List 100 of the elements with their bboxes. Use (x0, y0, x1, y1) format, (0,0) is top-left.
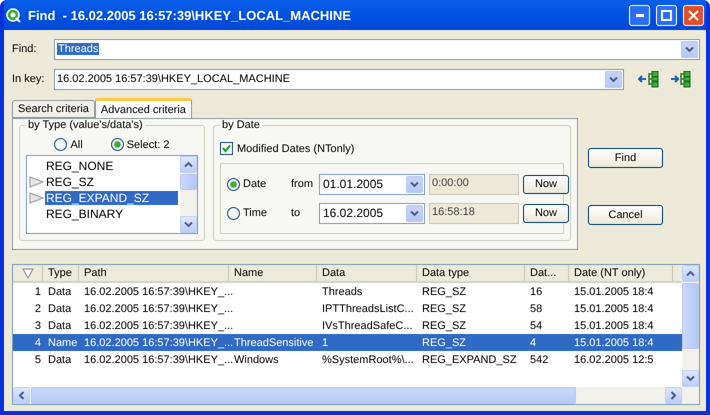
minimize-button[interactable] (629, 4, 650, 26)
column-header[interactable]: Data (317, 265, 417, 281)
column-header[interactable]: Type (43, 265, 79, 281)
table-cell-text: 58 (529, 302, 544, 316)
table-cell-text: Data (47, 318, 72, 334)
scroll-down-button[interactable] (682, 370, 699, 387)
scroll-up-button[interactable] (180, 156, 197, 173)
list-item[interactable]: REG_EXPAND_SZ (45, 191, 178, 205)
in-key-label: In key: (12, 73, 46, 85)
vertical-scrollbar[interactable] (682, 265, 699, 387)
chevron-up-icon (184, 161, 193, 168)
table-cell-text: 16.02.2005 12:5 (573, 352, 655, 368)
find-label: Find: (12, 43, 38, 55)
table-cell-text: 4 (529, 336, 538, 350)
checkbox[interactable] (220, 142, 233, 155)
tree-arrow-icon[interactable] (638, 70, 660, 88)
chevron-up-icon (686, 270, 695, 277)
scrollbar-thumb[interactable] (31, 387, 576, 404)
group-title: by Date (220, 119, 262, 131)
table-cell-text: IVsThreadSafeC... (321, 318, 414, 334)
row-number: 3 (34, 318, 42, 334)
table-cell-text: 15.01.2005 18:4 (573, 336, 655, 350)
column-header[interactable]: Date (NT only) (569, 265, 673, 281)
minimize-icon (636, 14, 644, 16)
date-field[interactable]: 01.01.2005 (319, 174, 425, 194)
key-field[interactable]: 16.02.2005 16:57:39\HKEY_LOCAL_MACHINE (54, 68, 624, 90)
scroll-right-button[interactable] (665, 387, 682, 404)
dialog-button[interactable]: Cancel (588, 205, 663, 225)
date-field[interactable]: 16.02.2005 (319, 202, 425, 224)
list-item[interactable]: REG_BINARY (45, 207, 178, 221)
list-item[interactable]: REG_SZ (45, 175, 178, 189)
radio-button[interactable]: Date (227, 178, 287, 190)
chevron-down-icon (686, 375, 695, 382)
app-icon (6, 7, 22, 23)
scroll-up-button[interactable] (682, 265, 699, 282)
chevron-right-icon (670, 391, 677, 400)
radio-button[interactable]: All (54, 138, 83, 151)
list-item[interactable]: REG_NONE (45, 159, 178, 173)
maximize-icon (661, 10, 672, 20)
result-row[interactable]: 4 Name 16.02.2005 16:57:39\HKEY_...ThreadSensitive 1 REG_SZ 4 15.01.2005 18:4 (13, 334, 682, 351)
close-icon (688, 10, 699, 20)
table-cell-text: REG_SZ (421, 318, 468, 334)
dropdown-button[interactable] (406, 204, 423, 222)
scrollbar-thumb[interactable] (180, 174, 197, 190)
maximize-button[interactable] (656, 4, 677, 26)
column-header[interactable]: Data type (417, 265, 525, 281)
table-cell-text: Threads (321, 284, 364, 300)
scrollbar-thumb[interactable] (682, 283, 699, 349)
radio-button[interactable]: Time (227, 206, 287, 220)
find-field[interactable]: Threads (54, 38, 700, 60)
window-title: Find - 16.02.2005 16:57:39\HKEY_LOCAL_MACHINE (28, 8, 352, 22)
table-cell-text: REG_EXPAND_SZ (421, 352, 518, 368)
tab[interactable]: Advanced criteria (94, 98, 192, 118)
scroll-left-button[interactable] (13, 387, 30, 404)
table-cell-text: IPTThreadsListC... (321, 302, 415, 316)
chevron-down-icon (685, 46, 694, 52)
table-cell-text: REG_SZ (421, 336, 468, 350)
scroll-down-button[interactable] (180, 216, 197, 233)
now-button[interactable]: Now (523, 174, 569, 194)
table-cell-text: Data (47, 352, 72, 368)
column-header[interactable]: Path (79, 265, 229, 281)
now-button[interactable]: Now (523, 204, 569, 222)
checkbox-label: Modified Dates (NTonly) (237, 142, 354, 154)
tree-arrow-icon[interactable] (670, 70, 692, 88)
chevron-down-icon (410, 210, 419, 216)
table-cell-text: 16 (529, 284, 544, 300)
tab[interactable]: Search criteria (12, 100, 95, 118)
table-cell-text: 15.01.2005 18:4 (573, 302, 655, 316)
chevron-left-icon (18, 391, 25, 400)
column-header[interactable]: Dat... (525, 265, 569, 281)
table-cell-text: 15.01.2005 18:4 (573, 318, 655, 334)
range-label: to (291, 207, 302, 219)
table-cell-text: Data (47, 302, 72, 316)
table-cell-text: %SystemRoot%\... (321, 352, 415, 368)
chevron-down-icon (184, 221, 193, 228)
table-cell-text: REG_SZ (421, 302, 468, 316)
chevron-down-icon (609, 76, 618, 82)
vertical-scrollbar[interactable] (180, 156, 197, 233)
dropdown-button[interactable] (605, 70, 622, 88)
close-button[interactable] (683, 4, 704, 26)
time-field[interactable]: 0:00:00 (429, 174, 519, 194)
sort-triangle-icon[interactable] (22, 268, 34, 278)
row-number: 4 (34, 336, 42, 350)
radio-button[interactable]: Select: 2 (110, 138, 170, 151)
table-cell-text: Data (47, 284, 72, 300)
table-cell-text: 15.01.2005 18:4 (573, 284, 655, 300)
horizontal-scrollbar[interactable] (13, 387, 699, 404)
dialog-button[interactable]: Find (588, 148, 663, 168)
checkmark-icon (222, 144, 231, 153)
dropdown-button[interactable] (406, 176, 423, 192)
table-cell-text: 54 (529, 318, 544, 334)
table-cell-text: Name (47, 336, 78, 350)
table-cell-text: 1 (321, 336, 330, 350)
time-field[interactable]: 16:58:18 (429, 202, 519, 224)
dropdown-button[interactable] (681, 40, 698, 58)
table-cell-text: 542 (529, 352, 550, 368)
row-number: 1 (34, 284, 42, 300)
group-title: by Type (value's/data's) (26, 119, 145, 131)
column-header[interactable]: Name (229, 265, 317, 281)
chevron-down-icon (410, 180, 419, 188)
